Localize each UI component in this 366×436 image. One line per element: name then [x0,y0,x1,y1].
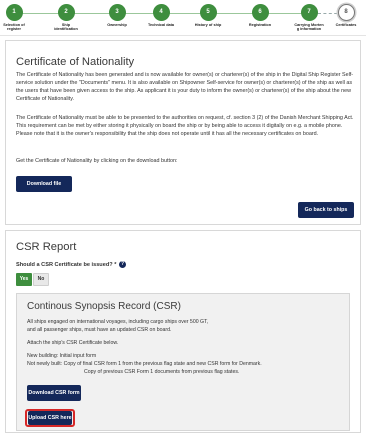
go-back-to-ships-button[interactable]: Go back to ships [298,202,354,218]
step-7-label: Carrying Morten g information [294,23,324,32]
certificate-title: Certificate of Nationality [16,56,135,68]
step-technical-data[interactable]: 4 Technical data [141,4,181,27]
csr-info-line-2: and all passenger ships, must have an up… [27,327,172,333]
csr-no-toggle[interactable]: No [33,273,49,286]
step-3-circle: 3 [108,4,126,21]
step-3-label: Ownership [107,23,127,27]
step-2-label: Ship identification [54,23,78,32]
csr-record-card: Continous Synopsis Record (CSR) All ship… [16,293,350,431]
csr-info-line-1: All ships engaged on international voyag… [27,319,209,325]
csr-attach-line: Attach the ship's CSR Certificate below. [27,340,119,346]
step-registration[interactable]: 6 Registration [240,4,280,27]
csr-question-text: Should a CSR Certificate be issued? * [16,261,117,268]
step-1-circle: 1 [5,4,23,21]
certificate-paragraph-1: The Certificate of Nationality has been … [16,72,354,102]
step-6-label: Registration [248,23,272,27]
csr-record-title: Continous Synopsis Record (CSR) [27,301,181,312]
csr-question: Should a CSR Certificate be issued? * ? [16,261,126,268]
step-8-circle: 8 [337,4,355,21]
step-ship-identification[interactable]: 2 Ship identification [46,4,86,32]
step-8-label: Certificates [335,23,357,27]
step-5-label: History of ship [194,23,222,27]
help-icon[interactable]: ? [118,261,126,268]
step-7-circle: 7 [300,4,318,21]
step-selection-of-register[interactable]: 1 Selection of register [0,4,34,32]
certificate-panel: Certificate of Nationality The Certifica… [5,40,361,225]
certificate-paragraph-2: The Certificate of Nationality must be a… [16,115,354,137]
step-carrying-information[interactable]: 7 Carrying Morten g information [289,4,329,32]
step-history-of-ship[interactable]: 5 History of ship [188,4,228,27]
step-4-circle: 4 [152,4,170,21]
csr-not-newly-built-1: Not newly built: Copy of final CSR form … [27,361,262,367]
download-file-button[interactable]: Download file [16,176,72,192]
step-certificates[interactable]: 8 Certificates [326,4,366,27]
csr-new-building: New building: Initial input form [27,353,97,359]
csr-not-newly-built-2: Copy of previous CSR Form 1 documents fr… [84,369,240,375]
step-6-circle: 6 [251,4,269,21]
csr-panel: CSR Report Should a CSR Certificate be i… [5,230,361,433]
step-5-circle: 5 [199,4,217,21]
step-1-label: Selection of register [3,23,25,32]
step-4-label: Technical data [147,23,175,27]
csr-yes-toggle[interactable]: Yes [16,273,32,286]
upload-csr-highlight: Upload CSR here [25,409,75,427]
step-2-circle: 2 [57,4,75,21]
download-csr-form-button[interactable]: Download CSR form [27,385,81,401]
progress-stepper: 1 Selection of register 2 Ship identificat… [0,0,366,36]
step-ownership[interactable]: 3 Ownership [97,4,137,27]
certificate-paragraph-3: Get the Certificate of Nationality by cl… [16,158,178,164]
upload-csr-button[interactable]: Upload CSR here [28,411,72,425]
csr-title: CSR Report [16,241,77,253]
